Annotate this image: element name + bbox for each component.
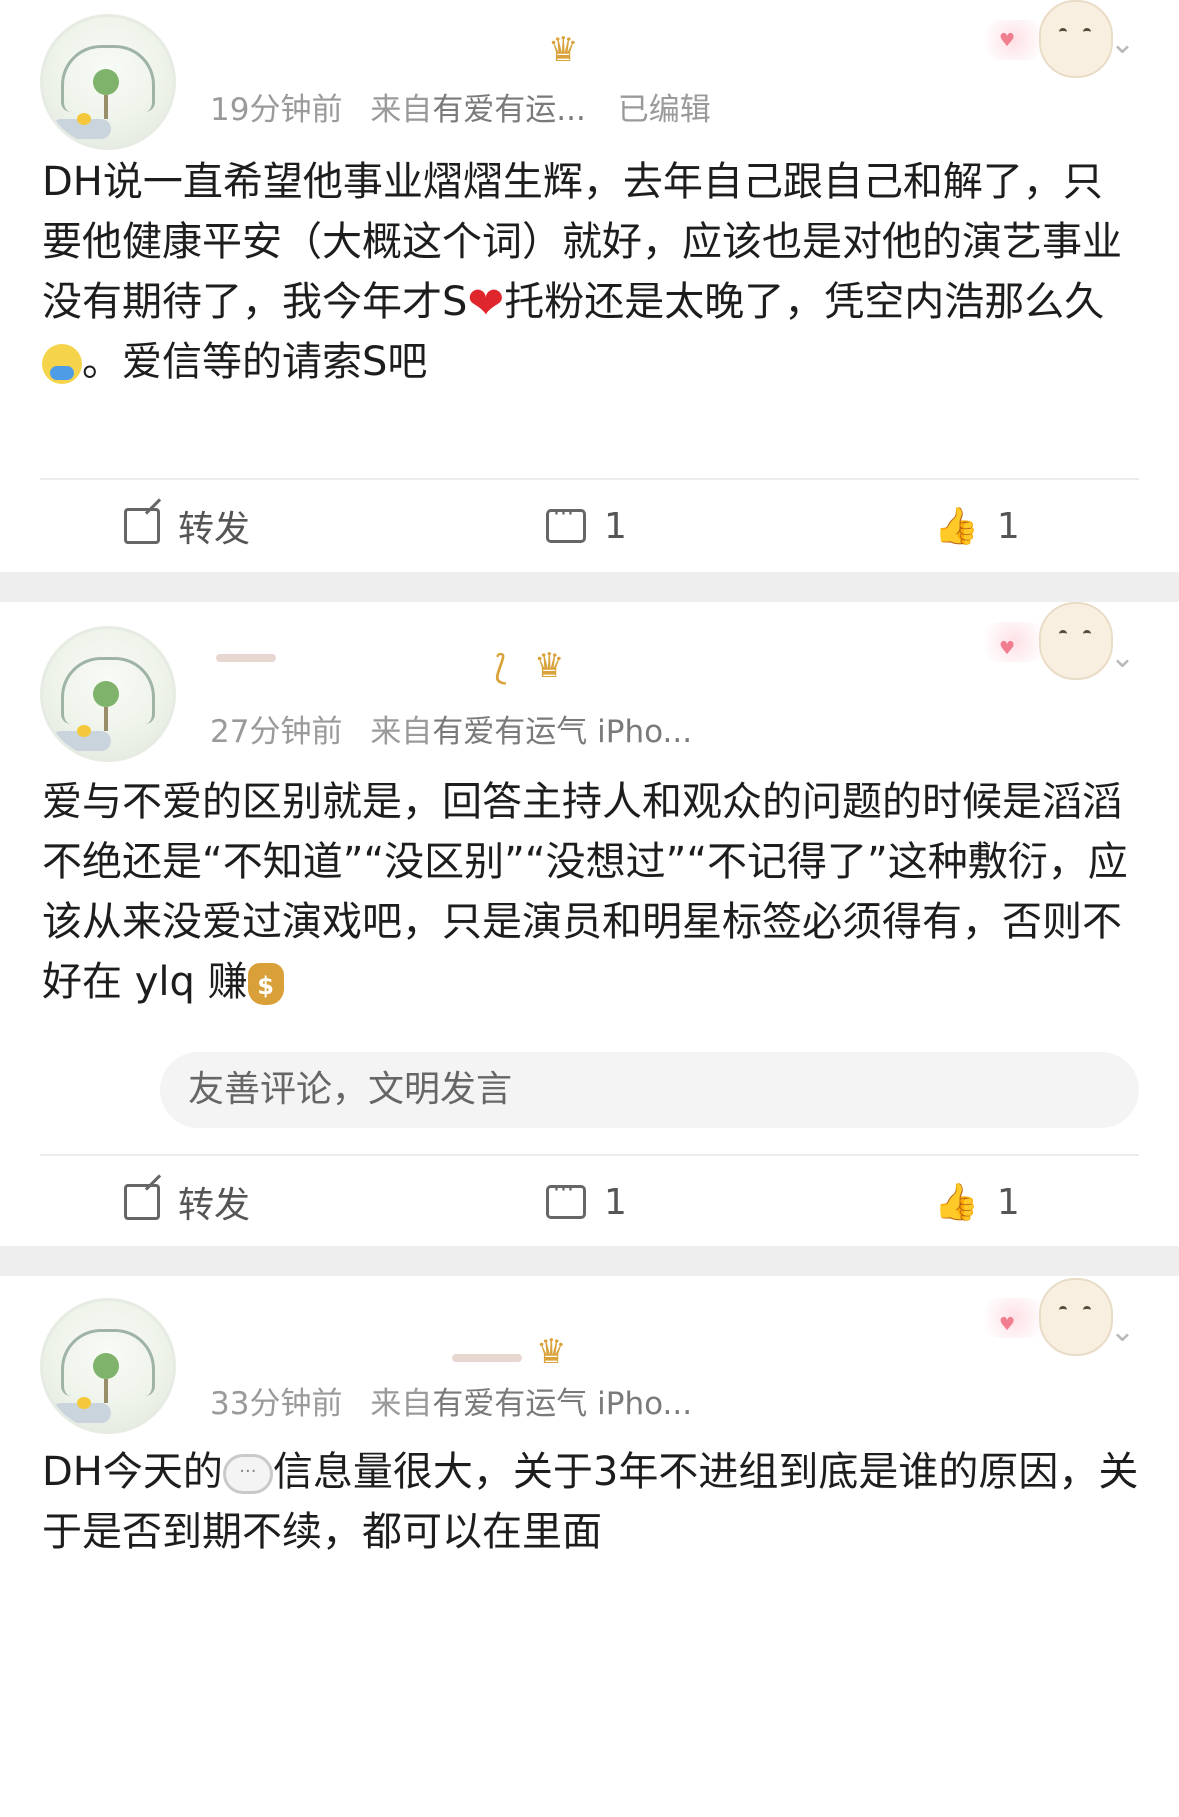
money-bag-icon: $ [247,963,284,1005]
post-time: 33分钟前 [210,1386,343,1422]
forward-icon [124,508,160,544]
post-time: 19分钟前 [210,92,343,128]
comment-icon [546,1178,586,1219]
emoji-icon [42,344,82,384]
username-blurred[interactable] [452,1354,522,1362]
crown-badge-icon: ♛ [534,646,565,686]
crown-badge-icon: ♛ [536,1332,567,1372]
comment-button[interactable]: 1 [546,486,627,566]
comment-button[interactable]: 1 [546,1162,627,1242]
avatar[interactable] [40,1298,176,1434]
chevron-down-icon[interactable]: ⌄ [1110,640,1135,675]
divider [40,478,1139,480]
sticker-decoration: ♥ [979,1278,1113,1356]
post-3: ♛ ♥ ⌄ 33分钟前 来自有爱有运气 iPho... DH今天的 ··· 信息量很… [0,1276,1179,1817]
forward-button[interactable]: 转发 [124,486,250,566]
action-bar: 转发 1 👍 1 [0,1162,1179,1242]
avatar[interactable] [40,14,176,150]
thumbs-up-icon: 👍 [934,1182,979,1223]
action-bar: 转发 1 👍 1 [0,486,1179,566]
post-source[interactable]: 有爱有运... [432,92,586,128]
chevron-down-icon[interactable]: ⌄ [1110,26,1135,61]
forward-icon [124,1184,160,1220]
section-gap [0,572,1179,602]
chevron-down-icon[interactable]: ⌄ [1110,1314,1135,1349]
sticker-decoration: ♥ [979,602,1113,680]
thumbs-up-icon: 👍 [934,506,979,547]
source-prefix: 来自 [370,714,433,750]
comment-icon [546,502,586,543]
edited-label: 已编辑 [617,92,711,128]
heart-icon: ❤ [467,278,505,329]
post-content: DH今天的 ··· 信息量很大，关于3年不进组到底是谁的原因，关于是否到期不续，都可… [42,1449,1139,1555]
vip-badge-icon: ♛ [548,30,579,70]
sticker-decoration: ♥ [979,0,1113,78]
username-blurred[interactable] [216,654,276,662]
forward-button[interactable]: 转发 [124,1162,250,1242]
avatar[interactable] [40,626,176,762]
source-prefix: 来自 [370,1386,433,1422]
post-content: 爱与不爱的区别就是，回答主持人和观众的问题的时候是滔滔不绝还是“不知道”“没区别… [42,779,1128,1005]
speech-bubble-icon: ··· [222,1454,273,1494]
vip-badge-icon: ⟅ [494,648,508,688]
like-button[interactable]: 👍 1 [934,486,1020,566]
post-source[interactable]: 有爱有运气 iPho... [432,714,692,750]
post-meta: 27分钟前 来自有爱有运气 iPho... [210,706,692,751]
divider [40,1154,1139,1156]
post-content: DH说一直希望他事业熠熠生辉，去年自己跟自己和解了，只要他健康平安（大概这个词）… [42,159,1122,385]
section-gap [0,1246,1179,1276]
post-2: ⟅ ♛ ♥ ⌄ 27分钟前 来自有爱有运气 iPho... 爱与不爱的区别就是，… [0,602,1179,1246]
like-button[interactable]: 👍 1 [934,1162,1020,1242]
source-prefix: 来自 [370,92,433,128]
reply-input[interactable]: 友善评论，文明发言 [160,1052,1139,1128]
post-meta: 33分钟前 来自有爱有运气 iPho... [210,1378,692,1423]
post-1: ♛ ♥ ⌄ 19分钟前 来自有爱有运... 已编辑 DH说一直希望他事业熠熠生辉… [0,0,1179,572]
post-time: 27分钟前 [210,714,343,750]
post-meta: 19分钟前 来自有爱有运... 已编辑 [210,84,711,129]
post-source[interactable]: 有爱有运气 iPho... [432,1386,692,1422]
